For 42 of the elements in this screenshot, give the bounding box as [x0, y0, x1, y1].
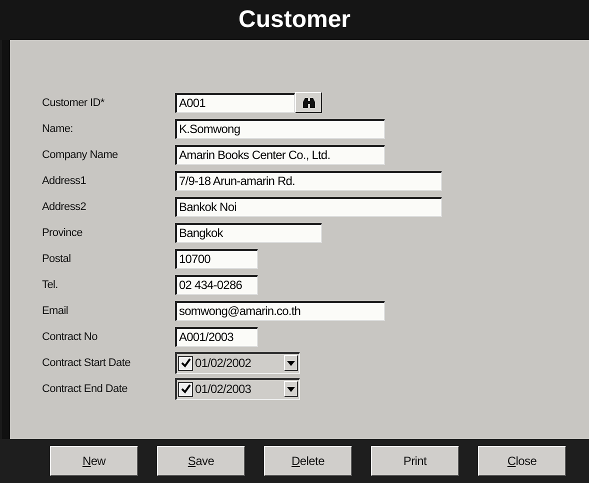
input-field[interactable]: Bangkok	[175, 222, 322, 242]
input-field[interactable]: somwong@amarin.co.th	[175, 300, 385, 320]
checkbox[interactable]	[178, 356, 193, 370]
caret-icon	[287, 360, 295, 366]
action-button[interactable]: Delete	[264, 446, 352, 476]
check-icon	[180, 384, 190, 394]
input-field[interactable]: K.Somwong	[175, 118, 385, 138]
input-field[interactable]: A001/2003	[175, 326, 258, 346]
field-label: Contract Start Date	[42, 356, 132, 368]
field-label: Email	[42, 304, 70, 316]
field-label: Contract No	[42, 330, 98, 342]
action-button[interactable]: Print	[371, 446, 459, 476]
binoculars-icon	[302, 96, 316, 108]
field-label: Name:	[42, 122, 74, 134]
field-label: Address1	[42, 174, 88, 186]
field-label: Customer ID*	[42, 96, 106, 108]
action-button[interactable]: New	[50, 446, 138, 476]
date-value: 01/02/2003	[195, 382, 252, 396]
dropdown-button[interactable]	[284, 381, 298, 397]
field-label: Postal	[42, 252, 72, 264]
field-label: Tel.	[42, 278, 59, 290]
date-value: 01/02/2002	[195, 356, 252, 370]
input-field[interactable]: A001	[175, 92, 295, 112]
caret-icon	[287, 386, 295, 392]
date-picker[interactable]: 01/02/2003	[175, 378, 300, 400]
window-title: Customer	[238, 6, 351, 34]
input-field[interactable]: 02 434-0286	[175, 274, 258, 294]
input-field[interactable]: Bankok Noi	[175, 196, 442, 216]
field-label: Contract End Date	[42, 382, 128, 394]
input-field[interactable]: Amarin Books Center Co., Ltd.	[175, 144, 385, 164]
check-icon	[180, 358, 190, 368]
input-field[interactable]: 7/9-18 Arun-amarin Rd.	[175, 170, 442, 190]
date-picker[interactable]: 01/02/2002	[175, 352, 300, 374]
field-label: Company Name	[42, 148, 119, 160]
input-field[interactable]: 10700	[175, 248, 258, 268]
dropdown-button[interactable]	[284, 355, 298, 371]
field-label: Address2	[42, 200, 88, 212]
action-button[interactable]: Save	[157, 446, 245, 476]
action-button[interactable]: Close	[478, 446, 566, 476]
find-button[interactable]	[295, 92, 322, 113]
checkbox[interactable]	[178, 382, 193, 396]
field-label: Province	[42, 226, 84, 238]
